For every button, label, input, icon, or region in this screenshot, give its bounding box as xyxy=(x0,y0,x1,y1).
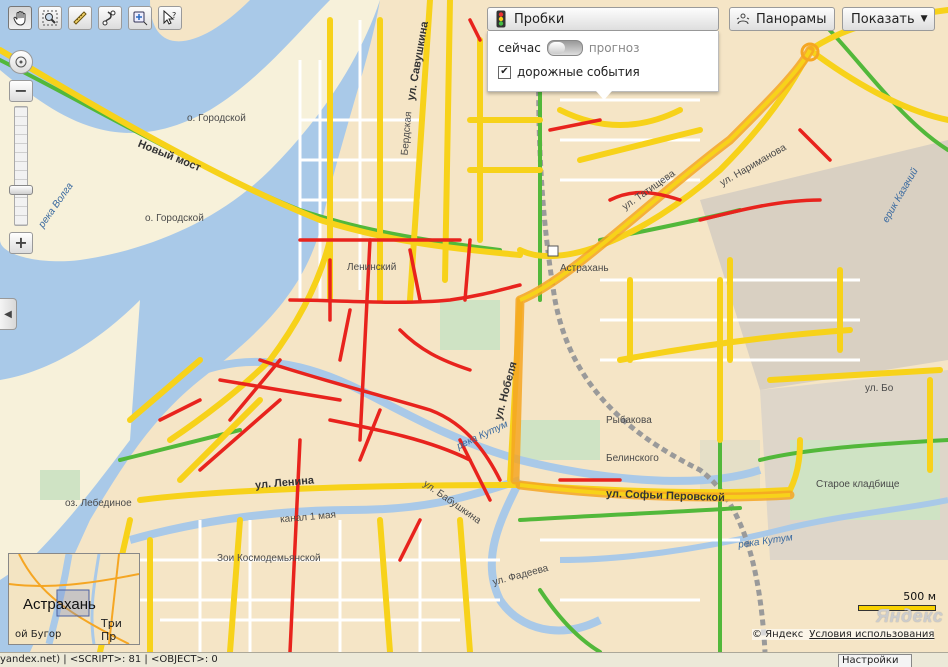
traffic-light-icon xyxy=(496,10,506,28)
panorama-icon xyxy=(736,13,750,25)
zoom-control: − + xyxy=(8,50,34,254)
road-events-label: дорожные события xyxy=(517,65,640,79)
status-text: yandex.net) | <SCRIPT>: 81 | <OBJECT>: 0 xyxy=(0,654,218,665)
zoom-area-icon xyxy=(42,10,58,26)
chevron-left-icon: ◀ xyxy=(4,308,12,320)
zoom-out-button[interactable]: − xyxy=(9,80,33,102)
map-canvas[interactable]: о. Городской о. Городской Новый мост рек… xyxy=(0,0,948,652)
panorama-button[interactable]: Панорамы xyxy=(729,7,835,31)
road-events-checkbox[interactable]: ✔ xyxy=(498,65,511,79)
placemark-icon xyxy=(133,11,148,26)
help-tool-button[interactable]: ? xyxy=(158,6,182,30)
svg-text:?: ? xyxy=(172,11,176,20)
locate-button[interactable] xyxy=(9,50,33,74)
traffic-control: Пробки сейчас прогноз ✔ дорожные события xyxy=(487,7,719,100)
terms-link[interactable]: Условия использования xyxy=(809,629,934,640)
minimap-label: Три Пр xyxy=(101,617,122,643)
minimap-label: ой Бугор xyxy=(15,629,62,640)
settings-button[interactable]: Настройки xyxy=(838,654,912,667)
panel-pointer xyxy=(596,91,612,100)
placemark-tool-button[interactable] xyxy=(128,6,152,30)
route-tool-button[interactable] xyxy=(98,6,122,30)
copyright-text: © Яндекс xyxy=(752,629,804,640)
panorama-label: Панорамы xyxy=(756,11,827,27)
route-icon xyxy=(102,10,116,26)
chevron-down-icon: ▼ xyxy=(920,14,928,24)
side-panel-toggle[interactable]: ◀ xyxy=(0,298,17,330)
now-label: сейчас xyxy=(498,41,541,55)
traffic-toggle-button[interactable]: Пробки xyxy=(487,7,719,31)
map-base xyxy=(0,0,948,652)
traffic-title: Пробки xyxy=(514,11,565,27)
minimap-city-label: Астрахань xyxy=(23,596,96,613)
zoom-in-button[interactable]: + xyxy=(9,232,33,254)
minimap[interactable]: Астрахань Три Пр ой Бугор xyxy=(8,553,140,645)
pan-tool-button[interactable] xyxy=(8,6,32,30)
zoom-slider[interactable] xyxy=(9,106,33,226)
yandex-logo: Яндекс xyxy=(876,606,944,626)
hand-icon xyxy=(13,11,26,26)
scale-label: 500 м xyxy=(903,590,936,603)
zoom-slider-thumb[interactable] xyxy=(9,185,33,195)
ruler-tool-button[interactable] xyxy=(68,6,92,30)
forecast-label: прогноз xyxy=(588,41,640,55)
traffic-panel: сейчас прогноз ✔ дорожные события xyxy=(487,31,719,100)
magnifier-tool-button[interactable] xyxy=(38,6,62,30)
compass-icon xyxy=(15,56,27,68)
copyright: © Яндекс Условия использования xyxy=(752,629,935,640)
ruler-icon xyxy=(73,11,87,25)
browser-status-bar: yandex.net) | <SCRIPT>: 81 | <OBJECT>: 0… xyxy=(0,652,948,667)
help-cursor-icon: ? xyxy=(163,10,176,25)
map-toolbar: ? xyxy=(8,6,182,30)
show-label: Показать xyxy=(851,11,915,27)
show-layers-button[interactable]: Показать ▼ xyxy=(842,7,935,31)
now-forecast-switch[interactable] xyxy=(546,40,583,56)
